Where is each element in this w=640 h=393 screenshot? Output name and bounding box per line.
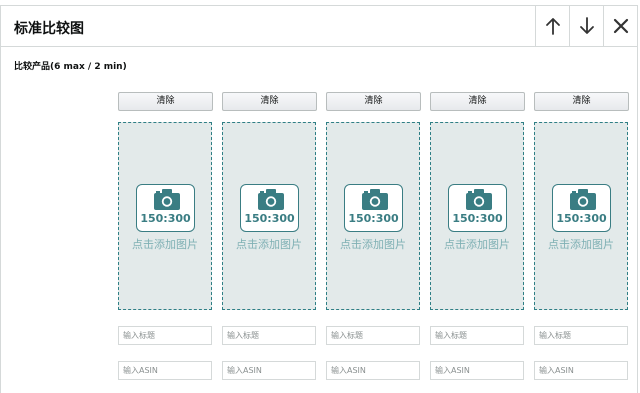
- clear-button[interactable]: 清除: [534, 92, 629, 111]
- title-input[interactable]: 输入标题: [430, 326, 524, 345]
- title-input[interactable]: 输入标题: [118, 326, 212, 345]
- image-dropzone[interactable]: 150:300 点击添加图片: [118, 122, 212, 310]
- clear-button[interactable]: 清除: [222, 92, 317, 111]
- image-size-ratio: 150:300: [140, 212, 191, 225]
- move-up-button[interactable]: [535, 6, 569, 46]
- image-size-ratio: 150:300: [452, 212, 503, 225]
- clear-button[interactable]: 清除: [326, 92, 421, 111]
- add-image-hint: 点击添加图片: [132, 238, 198, 251]
- asin-input[interactable]: 输入ASIN: [430, 361, 524, 380]
- image-dropzone[interactable]: 150:300 点击添加图片: [222, 122, 316, 310]
- close-button[interactable]: [603, 6, 637, 46]
- camera-icon: [362, 189, 388, 210]
- image-placeholder: 150:300: [136, 184, 195, 232]
- asin-input[interactable]: 输入ASIN: [326, 361, 420, 380]
- arrow-up-icon: [545, 18, 560, 35]
- image-placeholder: 150:300: [240, 184, 299, 232]
- asin-input[interactable]: 输入ASIN: [534, 361, 628, 380]
- camera-icon: [154, 189, 180, 210]
- image-placeholder: 150:300: [448, 184, 507, 232]
- arrow-down-icon: [579, 17, 594, 34]
- asin-input[interactable]: 输入ASIN: [118, 361, 212, 380]
- close-icon: [613, 18, 628, 34]
- title-input[interactable]: 输入标题: [326, 326, 420, 345]
- add-image-hint: 点击添加图片: [548, 238, 614, 251]
- image-dropzone-partial[interactable]: [637, 122, 638, 310]
- title-input[interactable]: 输入标题: [534, 326, 628, 345]
- compare-products-label: 比较产品(6 max / 2 min): [14, 62, 127, 72]
- dialog-title: 标准比较图: [14, 21, 84, 37]
- title-input[interactable]: 输入标题: [222, 326, 316, 345]
- camera-icon: [258, 189, 284, 210]
- clear-button[interactable]: 清除: [118, 92, 213, 111]
- camera-icon: [570, 189, 596, 210]
- asin-input[interactable]: 输入ASIN: [222, 361, 316, 380]
- image-size-ratio: 150:300: [348, 212, 399, 225]
- image-dropzone[interactable]: 150:300 点击添加图片: [430, 122, 524, 310]
- image-dropzone[interactable]: 150:300 点击添加图片: [326, 122, 420, 310]
- clear-button-partial[interactable]: [637, 92, 638, 111]
- comparison-module-dialog: 标准比较图 比较产品(6 max / 2 min) 清除 150:300 点击添…: [0, 5, 638, 393]
- image-placeholder: 150:300: [344, 184, 403, 232]
- image-size-ratio: 150:300: [556, 212, 607, 225]
- add-image-hint: 点击添加图片: [444, 238, 510, 251]
- image-size-ratio: 150:300: [244, 212, 295, 225]
- dialog-header: 标准比较图: [1, 6, 637, 47]
- add-image-hint: 点击添加图片: [340, 238, 406, 251]
- add-image-hint: 点击添加图片: [236, 238, 302, 251]
- clear-button[interactable]: 清除: [430, 92, 525, 111]
- image-dropzone[interactable]: 150:300 点击添加图片: [534, 122, 628, 310]
- camera-icon: [466, 189, 492, 210]
- image-placeholder: 150:300: [552, 184, 611, 232]
- move-down-button[interactable]: [569, 6, 603, 46]
